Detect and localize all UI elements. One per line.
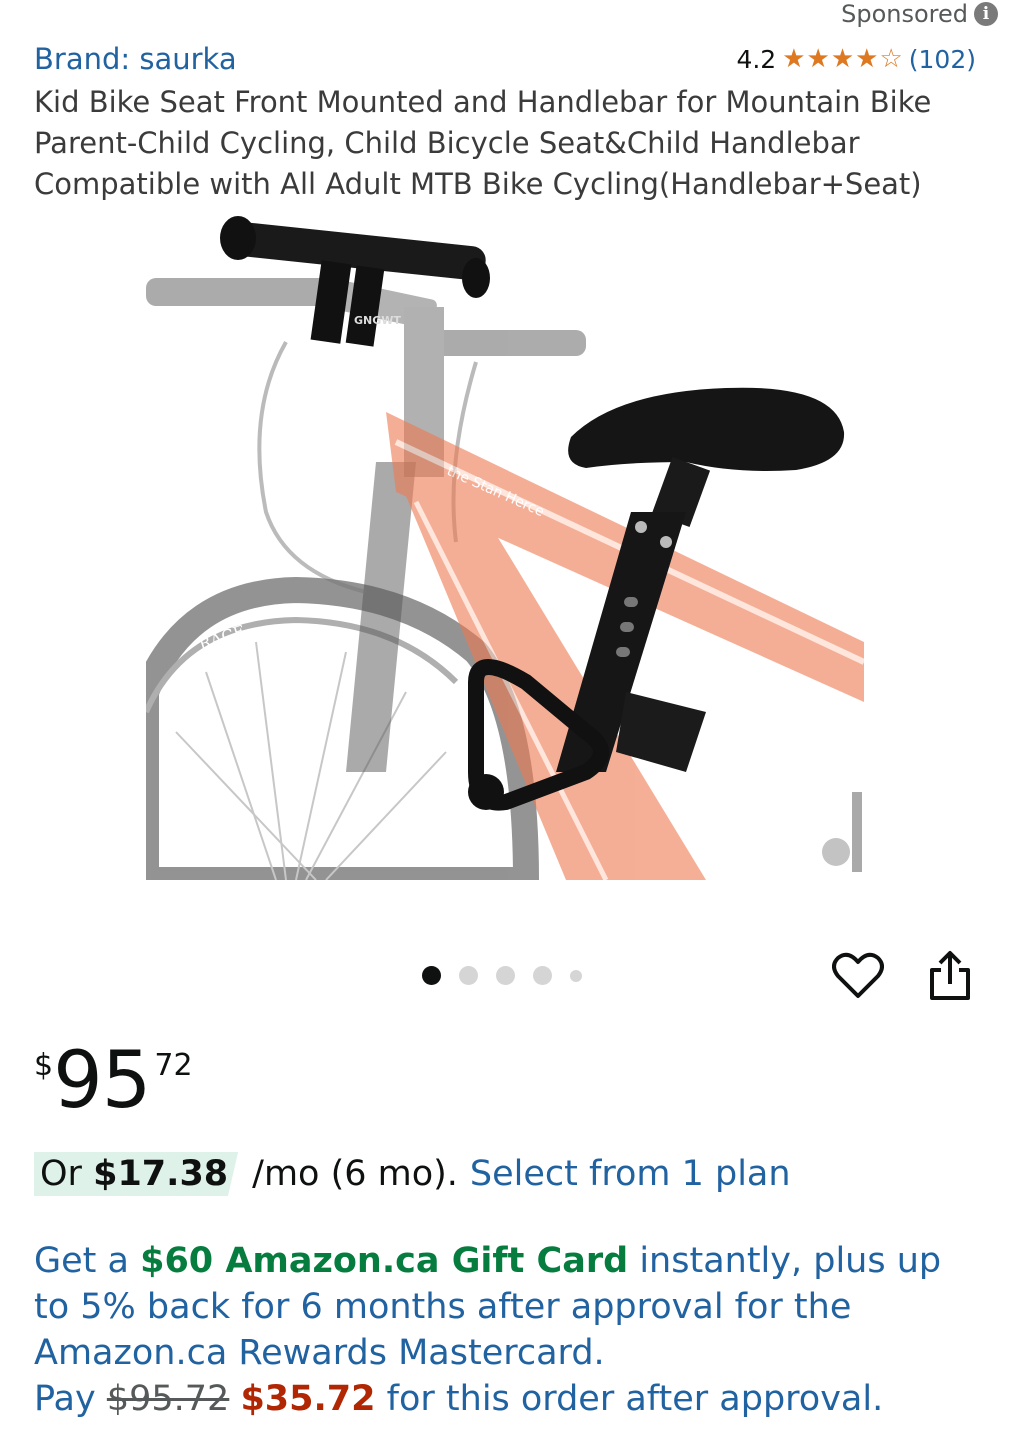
price-whole: 95: [53, 1036, 151, 1126]
share-icon[interactable]: [926, 950, 974, 1002]
heart-icon[interactable]: [832, 952, 884, 1000]
brand-rating-row: Brand: saurka 4.2 ★ ★ ★ ★ ☆ (102): [34, 42, 976, 76]
carousel-dot-4[interactable]: [533, 966, 552, 985]
star-icon: ★: [806, 44, 830, 74]
promo-lead: Get a: [34, 1241, 129, 1281]
promo-tail: for this order after approval.: [386, 1379, 884, 1419]
brand-link[interactable]: Brand: saurka: [34, 42, 237, 76]
star-icon: ★: [782, 44, 806, 74]
info-icon[interactable]: i: [974, 2, 998, 26]
image-carousel-dots[interactable]: [422, 966, 582, 985]
promo-gift-card: $60 Amazon.ca Gift Card: [140, 1241, 629, 1281]
monthly-highlight: Or $17.38: [34, 1152, 239, 1196]
review-count[interactable]: (102): [909, 45, 976, 74]
brand-mark-text: GNGWT: [354, 314, 401, 327]
sponsored-text: Sponsored: [841, 0, 968, 28]
select-plan-link[interactable]: Select from 1 plan: [470, 1154, 791, 1194]
carousel-dot-3[interactable]: [496, 966, 515, 985]
promo-old-price: $95.72: [106, 1379, 230, 1419]
price-fraction: 72: [154, 1048, 193, 1083]
carousel-dot-1[interactable]: [422, 966, 441, 985]
rating-value: 4.2: [736, 44, 777, 74]
monthly-terms: /mo (6 mo).: [252, 1154, 458, 1194]
carousel-dot-2[interactable]: [459, 966, 478, 985]
product-image[interactable]: RACE the Stan Herce GNGWT: [146, 212, 864, 880]
star-empty-icon: ☆: [879, 44, 903, 74]
price: $ 95 72: [34, 1040, 193, 1122]
price-symbol: $: [34, 1048, 54, 1083]
monthly-amount: $17.38: [93, 1154, 229, 1194]
monthly-prefix: Or: [40, 1154, 82, 1194]
product-title: Kid Bike Seat Front Mounted and Handleba…: [34, 85, 932, 201]
sponsored-label[interactable]: Sponsored i: [841, 0, 998, 28]
star-icon: ★: [830, 44, 855, 74]
star-rating: ★ ★ ★ ★ ☆: [782, 46, 903, 72]
promo-new-price: $35.72: [240, 1379, 376, 1419]
crank: [822, 792, 862, 872]
monthly-payment: Or $17.38 /mo (6 mo). Select from 1 plan: [34, 1152, 791, 1196]
promo-pay-label: Pay: [34, 1379, 96, 1419]
credit-card-promo[interactable]: Get a $60 Amazon.ca Gift Card instantly,…: [34, 1238, 970, 1422]
star-icon: ★: [855, 44, 879, 74]
rating[interactable]: 4.2 ★ ★ ★ ★ ☆ (102): [736, 45, 976, 74]
carousel-dot-5[interactable]: [570, 969, 582, 982]
